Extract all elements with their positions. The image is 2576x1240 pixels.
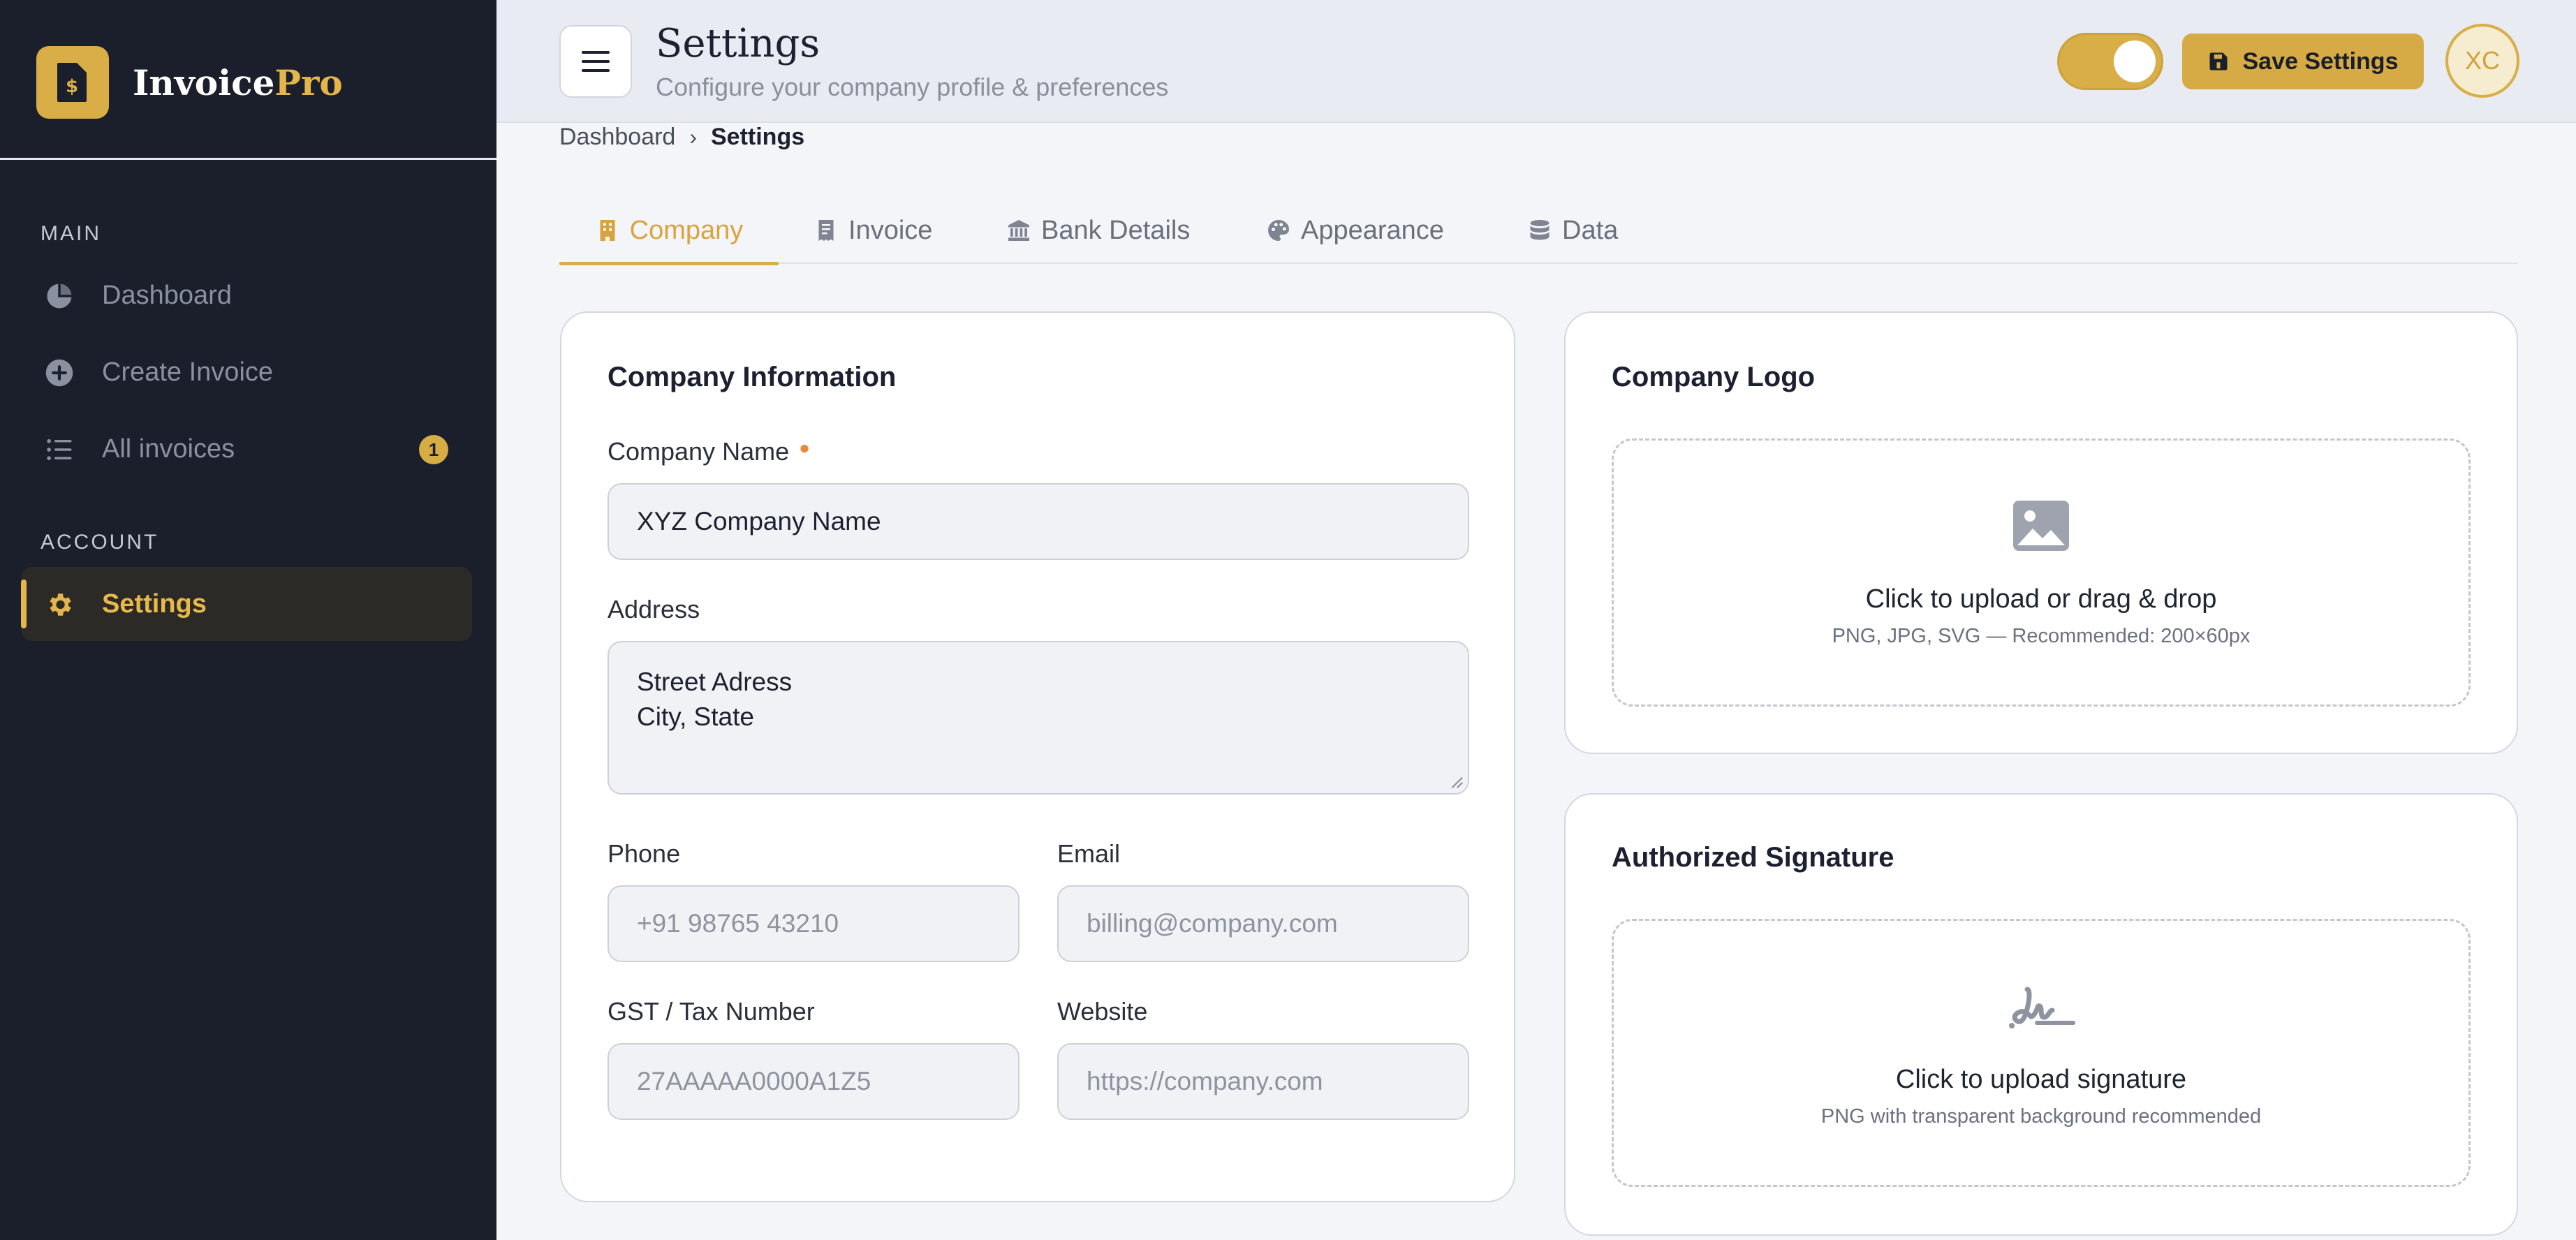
- menu-toggle-button[interactable]: [559, 25, 632, 98]
- upload-text: Click to upload or drag & drop: [1865, 584, 2217, 614]
- page-subtitle: Configure your company profile & prefere…: [656, 73, 1169, 101]
- tab-data[interactable]: Data: [1527, 197, 1618, 264]
- upload-hint: PNG with transparent background recommen…: [1820, 1105, 2262, 1128]
- company-name-input[interactable]: XYZ Company Name: [608, 483, 1469, 560]
- sidebar-item-label: Settings: [102, 589, 207, 619]
- company-info-card: Company Information Company Name ● XYZ Co…: [560, 311, 1515, 1202]
- sidebar-item-label: Create Invoice: [102, 357, 274, 387]
- sidebar-item-label: Dashboard: [102, 280, 232, 310]
- address-label: Address: [608, 595, 700, 623]
- website-label: Website: [1057, 997, 1148, 1026]
- save-settings-button[interactable]: Save Settings: [2182, 34, 2424, 89]
- toggle-knob: [2114, 40, 2156, 82]
- email-input[interactable]: billing@company.com: [1057, 885, 1469, 962]
- upload-text: Click to upload signature: [1895, 1065, 2187, 1094]
- brand[interactable]: $ InvoicePro: [36, 46, 343, 119]
- phone-label: Phone: [608, 839, 681, 868]
- sidebar: $ InvoicePro MAIN Dashboard Create Invoi…: [0, 0, 496, 1240]
- signature-dropzone[interactable]: Click to upload signature PNG with trans…: [1612, 919, 2471, 1187]
- nav-section-account: ACCOUNT: [41, 531, 159, 554]
- list-icon: [47, 438, 72, 461]
- phone-input[interactable]: +91 98765 43210: [608, 885, 1020, 962]
- page-title: Settings: [656, 21, 820, 66]
- building-icon: [600, 220, 615, 241]
- save-icon: [2209, 52, 2227, 71]
- tab-invoice[interactable]: Invoice: [814, 197, 932, 264]
- tab-label: Data: [1562, 215, 1619, 245]
- hamburger-icon: [582, 51, 610, 72]
- settings-tabs: Company Invoice Bank Details Appearance …: [559, 197, 2518, 265]
- theme-toggle[interactable]: [2059, 35, 2161, 88]
- receipt-icon: [818, 220, 834, 241]
- tab-label: Bank Details: [1041, 215, 1191, 245]
- required-indicator: ●: [799, 437, 810, 458]
- count-badge: 1: [419, 435, 448, 464]
- gst-label: GST / Tax Number: [608, 997, 815, 1026]
- pie-chart-icon: [47, 283, 72, 309]
- database-icon: [1530, 220, 1550, 240]
- card-title: Authorized Signature: [1612, 842, 1894, 873]
- sidebar-item-create-invoice[interactable]: Create Invoice: [21, 335, 472, 409]
- sidebar-item-all-invoices[interactable]: All invoices 1: [21, 412, 472, 486]
- save-button-label: Save Settings: [2242, 47, 2399, 75]
- sidebar-item-dashboard[interactable]: Dashboard: [21, 258, 472, 332]
- bank-icon: [1008, 220, 1029, 241]
- upload-hint: PNG, JPG, SVG — Recommended: 200×60px: [1832, 625, 2251, 647]
- plus-circle-icon: [45, 359, 73, 387]
- brand-divider: [0, 158, 496, 160]
- chevron-right-icon: ›: [689, 124, 697, 149]
- website-input[interactable]: https://company.com: [1057, 1043, 1469, 1120]
- signature-card: Authorized Signature Click to upload sig…: [1564, 793, 2518, 1236]
- breadcrumb-current: Settings: [711, 123, 805, 150]
- tab-label: Company: [629, 215, 744, 245]
- tab-bank-details[interactable]: Bank Details: [1006, 197, 1190, 264]
- resize-grip-icon[interactable]: [1448, 774, 1464, 789]
- signature-icon: [2009, 987, 2075, 1028]
- email-label: Email: [1057, 839, 1121, 868]
- tab-label: Invoice: [848, 215, 933, 245]
- company-logo-card: Company Logo Click to upload or drag & d…: [1564, 311, 2518, 754]
- card-title: Company Logo: [1612, 362, 1816, 392]
- address-line-1: Street Adress: [637, 667, 793, 696]
- tab-appearance[interactable]: Appearance: [1266, 197, 1444, 264]
- svg-text:$: $: [66, 76, 78, 97]
- sidebar-item-settings[interactable]: Settings: [21, 567, 472, 641]
- top-header: Settings Configure your company profile …: [496, 0, 2576, 123]
- nav-section-main: MAIN: [41, 222, 101, 245]
- address-textarea[interactable]: Street Adress City, State: [608, 641, 1469, 795]
- tab-company[interactable]: Company: [559, 197, 779, 265]
- brand-name: InvoicePro: [133, 61, 343, 103]
- logo-dropzone[interactable]: Click to upload or drag & drop PNG, JPG,…: [1612, 438, 2471, 707]
- breadcrumb: Dashboard › Settings: [559, 120, 804, 154]
- sidebar-item-label: All invoices: [102, 434, 235, 464]
- tab-label: Appearance: [1301, 215, 1444, 245]
- breadcrumb-dashboard-link[interactable]: Dashboard: [559, 124, 675, 151]
- user-avatar[interactable]: XC: [2445, 24, 2519, 98]
- gst-input[interactable]: 27AAAAA0000A1Z5: [608, 1043, 1020, 1120]
- palette-icon: [1268, 220, 1289, 241]
- company-name-label: Company Name ●: [608, 437, 810, 466]
- invoice-file-icon: $: [36, 46, 109, 119]
- card-title: Company Information: [608, 362, 897, 392]
- address-line-2: City, State: [637, 702, 754, 731]
- gear-icon: [50, 593, 71, 616]
- image-icon: [2013, 501, 2069, 551]
